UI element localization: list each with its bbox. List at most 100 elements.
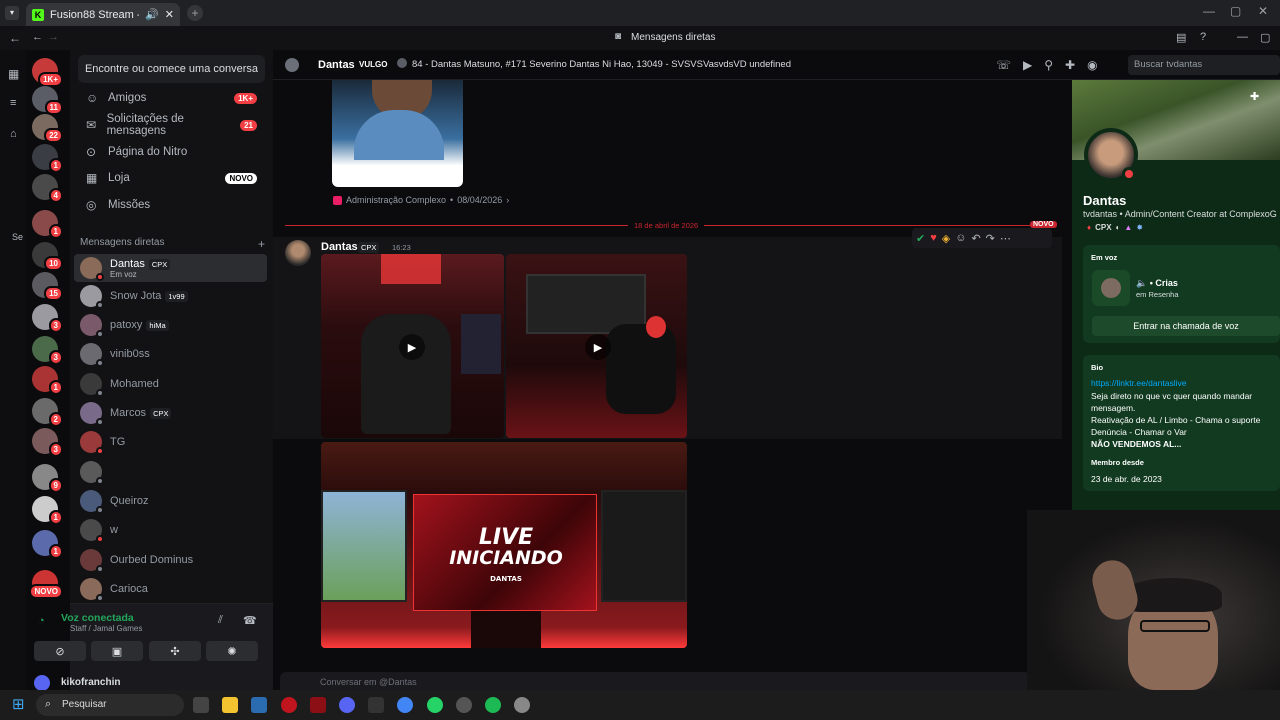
steam-icon[interactable] xyxy=(456,697,472,713)
discord-forward-icon[interactable]: → xyxy=(48,31,59,43)
settings-icon[interactable] xyxy=(514,697,530,713)
nav-item-0[interactable]: ☺ Amigos 1K+ xyxy=(78,85,265,111)
new-tab-button[interactable]: + xyxy=(187,5,203,21)
add-dm-icon[interactable]: + xyxy=(258,237,265,251)
add-reaction-icon[interactable]: ☺ xyxy=(955,232,966,244)
whatsapp-icon[interactable] xyxy=(427,697,443,713)
app-minimize-icon[interactable]: — xyxy=(1237,31,1248,43)
voice-channel[interactable]: Staff / Jamal Games xyxy=(70,624,142,633)
dm-item[interactable]: Carioca xyxy=(74,575,267,603)
audio-icon[interactable]: 🔊 xyxy=(145,8,159,21)
dm-item[interactable]: Ourbed Dominus xyxy=(74,546,267,574)
dm-item[interactable]: Marcos CPX xyxy=(74,399,267,427)
browser-tab[interactable]: K Fusion88 Stream - Watch L 🔊 ✕ xyxy=(26,3,180,26)
grid-icon[interactable]: ▦ xyxy=(8,67,19,81)
badge-2-icon[interactable]: ▲ xyxy=(1124,223,1132,232)
profile-icon[interactable]: ◉ xyxy=(1087,58,1097,72)
nav-item-1[interactable]: ✉ Solicitações de mensagens 21 xyxy=(78,112,265,138)
message-author[interactable]: Dantas xyxy=(321,241,358,253)
server-icon[interactable]: 9 xyxy=(32,464,63,493)
add-friend-icon[interactable]: ✚ xyxy=(1065,58,1075,72)
badge-1-icon[interactable]: ◐ xyxy=(1116,223,1121,232)
server-icon[interactable]: 2 xyxy=(32,398,63,427)
embed-image[interactable] xyxy=(332,80,463,187)
join-voice-button[interactable]: Entrar na chamada de voz xyxy=(1092,316,1280,336)
message-avatar[interactable] xyxy=(285,240,311,266)
reply-icon[interactable]: ↶ xyxy=(971,232,980,245)
help-icon[interactable]: ? xyxy=(1200,31,1206,43)
server-icon[interactable]: 1 xyxy=(32,366,63,395)
chrome-icon[interactable] xyxy=(397,697,413,713)
pin-icon[interactable]: ⚲ xyxy=(1044,58,1053,72)
server-icon[interactable]: 3 xyxy=(32,428,63,457)
server-icon[interactable]: 1 xyxy=(32,144,63,173)
reaction-emoji-icon[interactable]: ◈ xyxy=(942,232,950,245)
voice-channel-row[interactable]: 🔈 • Crias xyxy=(1136,278,1178,289)
server-icon[interactable]: 3 xyxy=(32,336,63,365)
app-icon[interactable] xyxy=(310,697,326,713)
menu-icon[interactable]: ≡ xyxy=(10,97,16,109)
server-icon[interactable]: 15 xyxy=(32,272,63,301)
opera-icon[interactable] xyxy=(281,697,297,713)
server-icon[interactable]: 11 xyxy=(32,86,63,115)
video-attachment-1[interactable]: ▶ xyxy=(321,254,504,438)
dm-item[interactable] xyxy=(74,458,267,486)
reaction-heart-icon[interactable]: ♥ xyxy=(930,232,937,244)
call-icon[interactable]: ☏ xyxy=(996,58,1011,72)
close-window-icon[interactable]: ✕ xyxy=(1258,4,1268,18)
dm-item[interactable]: Snow Jota 1v99 xyxy=(74,282,267,310)
tab-list-button[interactable]: ▾ xyxy=(5,6,19,20)
discord-icon[interactable] xyxy=(339,697,355,713)
server-icon[interactable]: 1 xyxy=(32,496,63,525)
dm-item[interactable]: Dantas CPX Em voz xyxy=(74,254,267,282)
dm-item[interactable]: w xyxy=(74,516,267,544)
voice-status[interactable]: Voz conectada xyxy=(61,612,134,624)
nav-item-3[interactable]: ▦ Loja NOVO xyxy=(78,165,265,191)
search-input[interactable]: Buscar tvdantas xyxy=(1128,55,1280,75)
task-view-icon[interactable] xyxy=(193,697,209,713)
reaction-check-icon[interactable]: ✔ xyxy=(916,232,925,245)
store-icon[interactable] xyxy=(251,697,267,713)
dm-item[interactable]: vinib0ss xyxy=(74,340,267,368)
server-icon[interactable]: NOVO xyxy=(29,570,63,599)
nav-item-2[interactable]: ⊙ Página do Nitro xyxy=(78,139,265,165)
maximize-icon[interactable]: ▢ xyxy=(1230,4,1241,18)
camera-button[interactable]: ⊘ xyxy=(34,641,86,661)
dm-search-button[interactable]: Encontre ou comece uma conversa xyxy=(78,55,265,83)
windows-start-icon[interactable]: ⊞ xyxy=(12,697,28,713)
add-friend-icon[interactable]: ✚ xyxy=(1250,90,1259,103)
dm-item[interactable]: patoxy hiMa xyxy=(74,311,267,339)
server-icon[interactable]: 22 xyxy=(32,114,63,143)
xbox-icon[interactable] xyxy=(368,697,384,713)
inbox-icon[interactable]: ▤ xyxy=(1176,31,1186,44)
screen-share-button[interactable]: ▣ xyxy=(91,641,143,661)
dm-item[interactable]: Queiroz xyxy=(74,487,267,515)
message-input[interactable]: Conversar em @Dantas xyxy=(280,672,1030,690)
dm-item[interactable]: TG xyxy=(74,428,267,456)
video-attachment-2[interactable]: ▶ xyxy=(506,254,687,438)
back-icon[interactable]: ← xyxy=(9,31,21,45)
video-call-icon[interactable]: ▶ xyxy=(1023,58,1032,72)
spotify-icon[interactable] xyxy=(485,697,501,713)
bio-link[interactable]: https://linktr.ee/dantaslive xyxy=(1091,378,1186,388)
server-icon[interactable]: 1K+ xyxy=(32,58,63,87)
server-icon[interactable]: 10 xyxy=(32,242,63,271)
badge-3-icon[interactable]: ✸ xyxy=(1136,223,1143,232)
home-icon[interactable]: ⌂ xyxy=(10,128,17,140)
server-icon[interactable]: 4 xyxy=(32,174,63,203)
more-icon[interactable]: ⋯ xyxy=(1000,232,1011,245)
noise-suppression-icon[interactable]: ⫽ xyxy=(218,614,223,627)
file-explorer-icon[interactable] xyxy=(222,697,238,713)
voice-server-icon[interactable] xyxy=(1092,270,1130,306)
disconnect-icon[interactable]: ☎ xyxy=(243,614,257,627)
activities-button[interactable]: ✣ xyxy=(149,641,201,661)
server-icon[interactable]: 1 xyxy=(32,530,63,559)
avatar[interactable] xyxy=(34,675,50,691)
forward-icon[interactable]: ↷ xyxy=(986,232,995,245)
taskbar-search[interactable]: ⌕ Pesquisar xyxy=(36,694,184,716)
server-icon[interactable]: 1 xyxy=(32,210,63,239)
minimize-icon[interactable]: — xyxy=(1203,4,1215,18)
play-icon[interactable]: ▶ xyxy=(399,334,425,360)
nav-item-4[interactable]: ◎ Missões xyxy=(78,192,265,218)
dm-item[interactable]: Mohamed xyxy=(74,370,267,398)
